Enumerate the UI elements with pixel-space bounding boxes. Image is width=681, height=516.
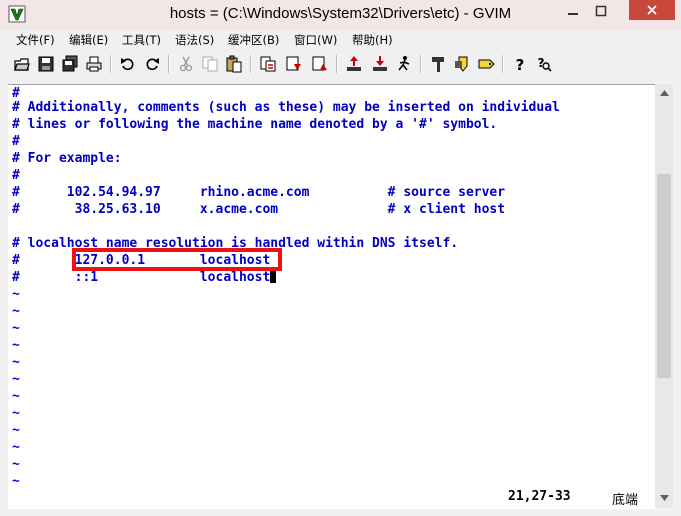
code-line-cursor: # ::1 localhost bbox=[12, 269, 277, 286]
make-button[interactable] bbox=[428, 54, 448, 74]
toolbar-separator bbox=[168, 55, 170, 73]
copy-button[interactable] bbox=[200, 54, 220, 74]
code-line: # 102.54.94.97 rhino.acme.com # source s… bbox=[12, 185, 506, 200]
run-script-button[interactable] bbox=[394, 54, 414, 74]
empty-line-marker: ~ bbox=[12, 457, 20, 472]
paste-icon bbox=[226, 55, 242, 73]
save-all-icon bbox=[62, 55, 78, 72]
maximize-icon bbox=[595, 5, 607, 17]
code-line: # lines or following the machine name de… bbox=[12, 117, 498, 132]
run-ctags-button[interactable] bbox=[452, 54, 472, 74]
find-help-icon: ? bbox=[538, 56, 552, 72]
empty-line-marker: ~ bbox=[12, 338, 20, 353]
make-icon bbox=[432, 57, 444, 72]
cut-button[interactable] bbox=[176, 54, 196, 74]
menu-bar: 文件(F) 编辑(E) 工具(T) 语法(S) 缓冲区(B) 窗口(W) 帮助(… bbox=[0, 30, 681, 50]
menu-window[interactable]: 窗口(W) bbox=[294, 32, 337, 48]
menu-help[interactable]: 帮助(H) bbox=[352, 32, 393, 48]
toolbar-separator bbox=[420, 55, 422, 73]
minimize-icon bbox=[568, 13, 578, 15]
code-line: # For example: bbox=[12, 151, 122, 166]
cut-icon bbox=[179, 56, 193, 72]
save-all-button[interactable] bbox=[60, 54, 80, 74]
chevron-up-icon bbox=[659, 89, 669, 96]
close-button[interactable] bbox=[629, 0, 675, 20]
text-cursor bbox=[270, 269, 277, 283]
find-help-button[interactable]: ? bbox=[534, 54, 554, 74]
find-next-button[interactable] bbox=[284, 54, 304, 74]
print-button[interactable] bbox=[84, 54, 104, 74]
cursor-position: 21,27-33 bbox=[508, 489, 571, 504]
empty-line-marker: ~ bbox=[12, 423, 20, 438]
load-session-button[interactable] bbox=[344, 54, 364, 74]
menu-tools[interactable]: 工具(T) bbox=[122, 32, 161, 48]
redo-icon bbox=[146, 58, 159, 71]
copy-icon bbox=[202, 56, 218, 72]
replace-icon bbox=[260, 56, 276, 72]
open-icon bbox=[14, 58, 30, 71]
scroll-down-button[interactable] bbox=[655, 489, 673, 506]
open-button[interactable] bbox=[12, 54, 32, 74]
empty-line-marker: ~ bbox=[12, 304, 20, 319]
menu-edit[interactable]: 编辑(E) bbox=[69, 32, 108, 48]
print-icon bbox=[86, 56, 102, 72]
save-session-button[interactable] bbox=[370, 54, 390, 74]
paste-button[interactable] bbox=[224, 54, 244, 74]
title-bar[interactable]: hosts = (C:\Windows\System32\Drivers\etc… bbox=[0, 0, 681, 30]
undo-icon bbox=[121, 58, 134, 71]
load-session-icon bbox=[347, 56, 361, 71]
gvim-window: hosts = (C:\Windows\System32\Drivers\etc… bbox=[0, 0, 681, 516]
toolbar-separator bbox=[336, 55, 338, 73]
toolbar-separator bbox=[502, 55, 504, 73]
minimize-button[interactable] bbox=[560, 0, 586, 22]
empty-line-marker: ~ bbox=[12, 406, 20, 421]
save-button[interactable] bbox=[36, 54, 56, 74]
code-line: # ::1 localhost bbox=[12, 270, 271, 285]
svg-text:?: ? bbox=[516, 56, 525, 73]
menu-syntax[interactable]: 语法(S) bbox=[175, 32, 214, 48]
chevron-down-icon bbox=[659, 494, 669, 501]
empty-line-marker: ~ bbox=[12, 440, 20, 455]
save-icon bbox=[38, 56, 54, 72]
scroll-up-button[interactable] bbox=[655, 84, 673, 101]
editor-text-area[interactable]: # # Additionally, comments (such as thes… bbox=[8, 84, 655, 509]
vertical-scrollbar[interactable] bbox=[655, 84, 673, 508]
code-line: # bbox=[12, 134, 20, 149]
toolbar-separator bbox=[110, 55, 112, 73]
run-script-icon bbox=[398, 56, 410, 71]
redo-button[interactable] bbox=[142, 54, 162, 74]
scrollbar-thumb[interactable] bbox=[657, 174, 671, 378]
code-line: # Additionally, comments (such as these)… bbox=[12, 100, 560, 115]
empty-line-marker: ~ bbox=[12, 372, 20, 387]
menu-file[interactable]: 文件(F) bbox=[16, 32, 55, 48]
red-highlight-box bbox=[72, 248, 282, 271]
find-next-icon bbox=[286, 56, 301, 71]
replace-button[interactable] bbox=[258, 54, 278, 74]
tag-jump-icon bbox=[478, 59, 495, 69]
tag-jump-button[interactable] bbox=[476, 54, 496, 74]
scroll-position: 底端 bbox=[612, 493, 639, 508]
code-line: # bbox=[12, 168, 20, 183]
undo-button[interactable] bbox=[118, 54, 138, 74]
find-prev-button[interactable] bbox=[310, 54, 330, 74]
empty-line-marker: ~ bbox=[12, 287, 20, 302]
empty-line-marker: ~ bbox=[12, 389, 20, 404]
help-icon: ? bbox=[516, 56, 525, 73]
close-icon bbox=[647, 5, 657, 15]
empty-line-marker: ~ bbox=[12, 321, 20, 336]
maximize-button[interactable] bbox=[588, 0, 614, 22]
empty-line-marker: ~ bbox=[12, 355, 20, 370]
run-ctags-icon bbox=[455, 56, 468, 72]
toolbar: ? ? bbox=[0, 50, 681, 80]
toolbar-separator bbox=[250, 55, 252, 73]
empty-line-marker: ~ bbox=[12, 474, 20, 489]
code-line: # 38.25.63.10 x.acme.com # x client host bbox=[12, 202, 506, 217]
save-session-icon bbox=[373, 56, 387, 71]
find-prev-icon bbox=[312, 56, 327, 71]
menu-buffers[interactable]: 缓冲区(B) bbox=[228, 32, 279, 48]
help-button[interactable]: ? bbox=[510, 54, 530, 74]
